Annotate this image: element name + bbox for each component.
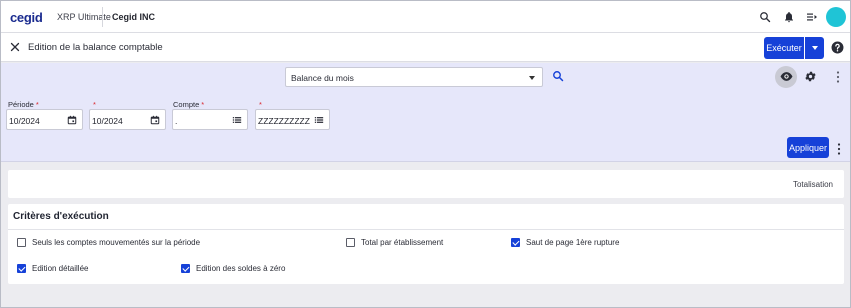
report-select[interactable]: Balance du mois: [285, 67, 543, 87]
top-bar: cegid XRP Ultimate Cegid INC: [1, 1, 850, 33]
period-label: Période *: [8, 100, 39, 109]
bell-icon[interactable]: [782, 10, 796, 24]
calendar-icon[interactable]: [67, 115, 77, 125]
period-start-value: 10/2024: [9, 116, 40, 126]
criteria-section: Critères d'exécution Seuls les comptes m…: [8, 204, 844, 284]
account-label: Compte *: [173, 100, 205, 109]
criteria-title: Critères d'exécution: [13, 211, 109, 222]
checkbox-total-by-establishment[interactable]: Total par établissement: [346, 238, 443, 247]
period-end-label: *: [93, 100, 96, 109]
apply-button[interactable]: Appliquer: [787, 137, 829, 158]
report-select-value: Balance du mois: [291, 73, 354, 83]
avatar[interactable]: [826, 7, 846, 27]
calendar-icon[interactable]: [150, 115, 160, 125]
help-icon[interactable]: [831, 41, 844, 54]
more-options-icon[interactable]: [837, 143, 841, 155]
eye-icon: [780, 70, 793, 85]
checkbox-checked[interactable]: [181, 264, 190, 273]
period-end-field[interactable]: 10/2024: [89, 109, 166, 130]
list-icon[interactable]: [232, 115, 242, 125]
search-icon[interactable]: [758, 10, 772, 24]
more-options-icon[interactable]: [836, 71, 840, 83]
search-icon[interactable]: [552, 70, 564, 82]
divider: [8, 229, 844, 230]
close-icon[interactable]: [9, 41, 21, 53]
brand-logo[interactable]: cegid: [10, 10, 43, 25]
totalisation-section: Totalisation: [8, 170, 844, 198]
account-end-value: ZZZZZZZZZZ: [258, 116, 310, 126]
divider: [102, 7, 103, 27]
page-title: Edition de la balance comptable: [28, 42, 163, 53]
list-icon[interactable]: [314, 115, 324, 125]
execute-button[interactable]: Exécuter: [764, 37, 804, 59]
checkbox-page-break-first-break[interactable]: Saut de page 1ère rupture: [511, 238, 619, 247]
title-bar: Edition de la balance comptable Exécuter: [1, 33, 850, 62]
checkbox-unchecked[interactable]: [346, 238, 355, 247]
caret-down-icon: [811, 46, 818, 50]
menu-list-icon[interactable]: [805, 10, 819, 24]
checkbox-unchecked[interactable]: [17, 238, 26, 247]
caret-down-icon: [529, 76, 535, 80]
account-end-label: *: [259, 100, 262, 109]
checkbox-moved-accounts-only[interactable]: Seuls les comptes mouvementés sur la pér…: [17, 238, 200, 247]
gear-icon[interactable]: [804, 70, 817, 83]
checkbox-zero-balances[interactable]: Edition des soldes à zéro: [181, 264, 285, 273]
checkbox-checked[interactable]: [511, 238, 520, 247]
company-name[interactable]: Cegid INC: [112, 12, 155, 22]
account-end-field[interactable]: ZZZZZZZZZZ: [255, 109, 330, 130]
filter-panel: Balance du mois Période * * Compte * * 10/…: [1, 63, 850, 162]
period-start-field[interactable]: 10/2024: [6, 109, 83, 130]
preview-toggle-button[interactable]: [775, 66, 797, 88]
account-start-field[interactable]: .: [172, 109, 248, 130]
checkbox-checked[interactable]: [17, 264, 26, 273]
period-end-value: 10/2024: [92, 116, 123, 126]
execute-dropdown-button[interactable]: [805, 37, 824, 59]
checkbox-detailed-edition[interactable]: Edition détaillée: [17, 264, 88, 273]
account-start-value: .: [175, 116, 178, 126]
totalisation-label[interactable]: Totalisation: [793, 180, 833, 189]
